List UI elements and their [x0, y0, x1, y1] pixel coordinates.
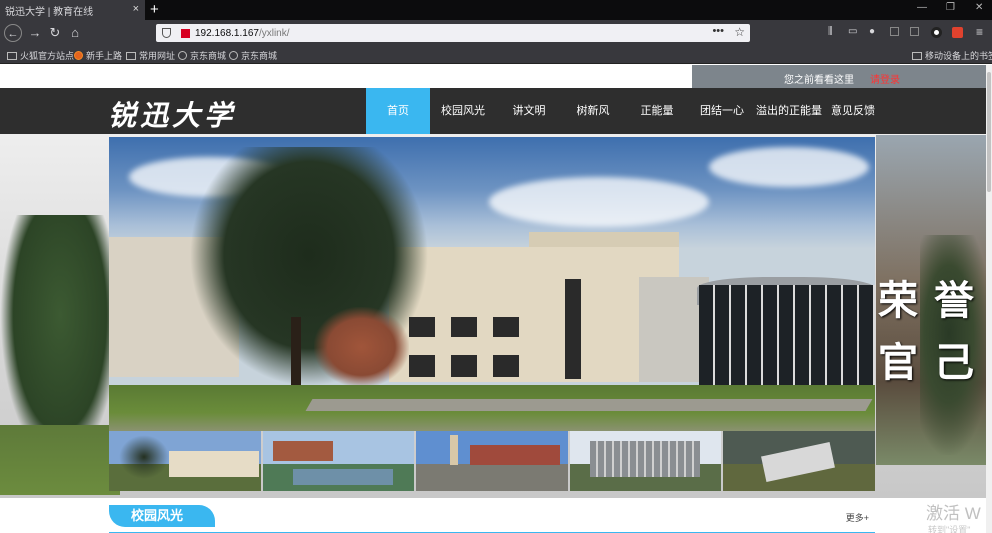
- library-icon[interactable]: ⫼: [828, 27, 838, 37]
- mobile-bookmarks[interactable]: 移动设备上的书签: [912, 49, 992, 62]
- tab-title: 锐迅大学 | 教育在线: [5, 6, 94, 18]
- folder-icon: [7, 51, 17, 60]
- windows-activation-watermark: 激活 W: [926, 504, 981, 523]
- main-navbar: 锐迅大学 首页 校园风光 讲文明 树新风 正能量 团结一心 溢出的正能量 意见反…: [0, 88, 992, 134]
- building-window: [451, 317, 477, 337]
- menu-icon[interactable]: ≡: [976, 26, 986, 38]
- nav-home[interactable]: 首页: [366, 88, 430, 134]
- bookmark-label: 常用网址: [139, 51, 176, 61]
- forward-button[interactable]: →: [26, 24, 44, 42]
- video-extension-icon[interactable]: [952, 27, 963, 38]
- bookmarks-bar: 火狐官方站点 新手上路 常用网址 京东商城 京东商城 移动设备上的书签: [0, 46, 992, 64]
- thumbnail-3[interactable]: [416, 431, 568, 491]
- extension-icon[interactable]: [910, 27, 919, 36]
- nav-civility[interactable]: 讲文明: [498, 88, 560, 134]
- greeting-text: 您之前看看这里: [784, 75, 854, 86]
- calligraphy-motto: 荣誉官己: [878, 277, 990, 386]
- sidebar-icon[interactable]: ▭: [848, 27, 858, 37]
- windows-activation-subtitle: 转到"设置": [928, 525, 971, 533]
- web-page: 荣誉官己 您之前看看这里 请登录 锐迅大学 首页 校园风光 讲文明 树新风 正能…: [0, 65, 992, 533]
- top-user-bar: 您之前看看这里 请登录: [692, 65, 992, 88]
- bookmark-item[interactable]: 常用网址: [126, 49, 175, 62]
- hero-banner-image[interactable]: [109, 137, 875, 431]
- thumbnail-4[interactable]: [569, 431, 722, 491]
- insecure-lock-icon[interactable]: [181, 28, 190, 38]
- url-path: /yxlink/: [258, 27, 290, 39]
- building-window: [493, 317, 519, 337]
- url-bar[interactable]: 192.168.1.167 /yxlink/ ••• ☆: [156, 24, 750, 42]
- bookmark-item[interactable]: 火狐官方站点: [7, 49, 74, 62]
- home-button[interactable]: ⌂: [66, 24, 84, 42]
- campus-scenery-section-header: 校园风光 更多+: [109, 503, 875, 533]
- folder-icon: [912, 51, 922, 60]
- red-leaf-tree: [314, 307, 409, 387]
- university-logo[interactable]: 锐迅大学: [108, 94, 236, 134]
- new-tab-button[interactable]: +: [150, 1, 159, 18]
- bookmark-label: 新手上路: [86, 51, 123, 61]
- glass-facade: [699, 285, 875, 385]
- page-actions-icon[interactable]: •••: [712, 25, 724, 37]
- account-icon[interactable]: ●: [869, 27, 879, 37]
- mobile-bookmarks-label: 移动设备上的书签: [925, 51, 992, 61]
- building-window: [451, 355, 477, 377]
- nav-campus-scenery[interactable]: 校园风光: [432, 88, 494, 134]
- nav-positive-energy[interactable]: 正能量: [626, 88, 688, 134]
- reload-button[interactable]: ↻: [46, 24, 64, 42]
- nav-overflowing-energy[interactable]: 溢出的正能量: [754, 88, 824, 134]
- restore-button[interactable]: ❐: [946, 2, 955, 13]
- back-button[interactable]: ←: [4, 24, 22, 42]
- nav-toolbar: ← → ↻ ⌂ 192.168.1.167 /yxlink/ ••• ☆ ⫼ ▭…: [0, 20, 992, 46]
- firefox-icon: [74, 51, 83, 60]
- cloud: [489, 177, 709, 227]
- bookmark-item[interactable]: 京东商城: [178, 49, 226, 62]
- background-lawn: [0, 425, 120, 495]
- walkway: [305, 399, 873, 411]
- cloud: [709, 147, 869, 187]
- record-icon[interactable]: [931, 27, 942, 38]
- section-title: 校园风光: [109, 505, 215, 527]
- scrollbar-thumb[interactable]: [987, 72, 991, 192]
- browser-tab[interactable]: 锐迅大学 | 教育在线 ×: [0, 0, 145, 20]
- folder-icon: [126, 51, 136, 60]
- building-window: [493, 355, 519, 377]
- more-link[interactable]: 更多+: [846, 511, 869, 524]
- globe-icon: [229, 51, 238, 60]
- thumbnail-1[interactable]: [109, 431, 261, 491]
- bookmark-label: 火狐官方站点: [20, 51, 75, 61]
- login-link[interactable]: 请登录: [870, 71, 900, 86]
- bookmark-item[interactable]: 新手上路: [74, 49, 122, 62]
- thumbnail-strip: [109, 431, 875, 491]
- nav-feedback[interactable]: 意见反馈: [828, 88, 878, 134]
- bookmark-item[interactable]: 京东商城: [229, 49, 277, 62]
- window-close-button[interactable]: ✕: [975, 2, 983, 13]
- close-tab-icon[interactable]: ×: [133, 3, 139, 15]
- nav-new-trend[interactable]: 树新风: [562, 88, 624, 134]
- thumbnail-2[interactable]: [262, 431, 415, 491]
- nav-unity[interactable]: 团结一心: [694, 88, 750, 134]
- thumbnail-5[interactable]: [723, 431, 875, 491]
- building-window: [565, 279, 581, 379]
- bookmark-label: 京东商城: [190, 51, 227, 61]
- tab-strip: 锐迅大学 | 教育在线 × + — ❐ ✕: [0, 0, 992, 20]
- minimize-button[interactable]: —: [917, 2, 927, 13]
- bookmark-star-icon[interactable]: ☆: [734, 25, 745, 39]
- globe-icon: [178, 51, 187, 60]
- tracking-shield-icon[interactable]: [162, 28, 171, 38]
- bookmark-label: 京东商城: [241, 51, 278, 61]
- screenshot-icon[interactable]: [890, 27, 899, 36]
- url-host: 192.168.1.167: [195, 27, 259, 39]
